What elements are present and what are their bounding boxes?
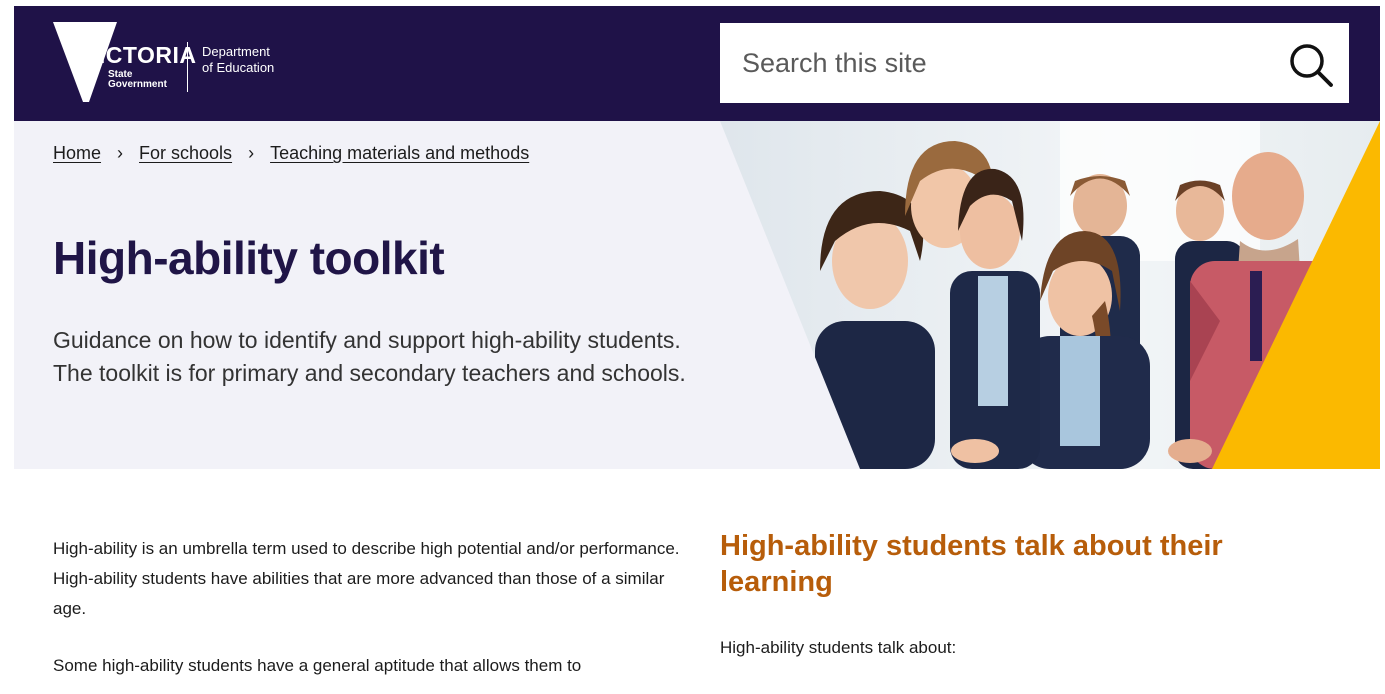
search-icon [1290,44,1333,87]
chevron-right-icon: › [117,143,124,163]
breadcrumb: Home › For schools › Teaching materials … [53,143,529,164]
breadcrumb-home[interactable]: Home [53,143,101,164]
intro-paragraph-1: High-ability is an umbrella term used to… [53,539,680,618]
search-input[interactable] [720,23,1280,103]
student-voices-heading: High-ability students talk about their l… [720,530,1223,598]
hero-banner: Home › For schools › Teaching materials … [14,121,1380,469]
page: VICTORIA State Government Department of … [14,6,1380,694]
logo-link[interactable]: VICTORIA State Government Department of … [53,22,333,102]
breadcrumb-for-schools[interactable]: For schools [139,143,232,164]
student-voices-intro: High-ability students talk about: [720,638,957,657]
logo-wordmark: VICTORIA [83,42,197,68]
page-lead: Guidance on how to identify and support … [53,327,686,386]
intro-paragraph-2: Some high-ability students have a genera… [53,656,582,675]
logo-department-text: Department of Education [202,44,275,75]
search-form [720,23,1349,103]
breadcrumb-teaching-materials[interactable]: Teaching materials and methods [270,143,529,164]
chevron-right-icon: › [248,143,255,163]
search-button[interactable] [1287,41,1335,89]
intro-text: High-ability is an umbrella term used to… [53,534,693,694]
logo-state-text: State Government [108,69,167,90]
student-voices-panel: High-ability students talk about their l… [720,528,1320,663]
hero-photo-students [720,121,1380,469]
page-title: High-ability toolkit [53,232,445,284]
site-header: VICTORIA State Government Department of … [14,6,1380,121]
logo-divider [187,42,188,92]
